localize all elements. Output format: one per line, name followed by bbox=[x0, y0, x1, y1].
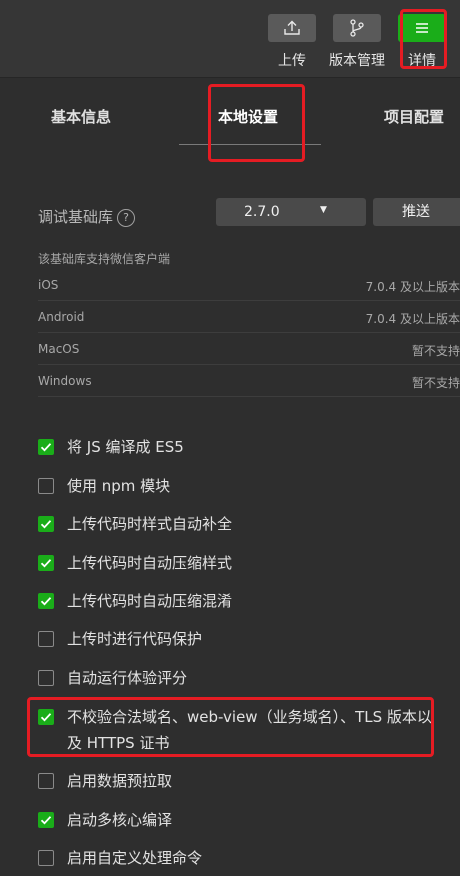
os-version: 暂不支持 bbox=[411, 376, 460, 390]
os-version: 暂不支持 bbox=[411, 344, 460, 358]
checkmark-icon bbox=[40, 597, 52, 606]
debug-lib-label: 调试基础库? bbox=[38, 206, 136, 227]
checkbox-unchecked[interactable] bbox=[38, 670, 54, 686]
option-data-prefetch[interactable]: 启用数据预拉取 bbox=[38, 771, 460, 794]
option-label: 自动运行体验评分 bbox=[67, 669, 188, 687]
option-label: 将 JS 编译成 ES5 bbox=[67, 438, 184, 456]
checkbox-checked[interactable] bbox=[38, 593, 54, 609]
checkbox-unchecked[interactable] bbox=[38, 478, 54, 494]
option-label: 不校验合法域名、web-view（业务域名）、TLS 版本以及 HTTPS 证书 bbox=[67, 708, 432, 752]
checkmark-icon bbox=[40, 443, 52, 452]
checkbox-checked[interactable] bbox=[38, 439, 54, 455]
debug-lib-select[interactable]: 2.7.0 ▼ bbox=[216, 198, 366, 226]
tab-basic-info[interactable]: 基本信息 bbox=[51, 106, 111, 127]
checkbox-unchecked[interactable] bbox=[38, 850, 54, 866]
option-label: 上传时进行代码保护 bbox=[67, 630, 203, 648]
support-row-android: Android 7.0.4 及以上版本 bbox=[38, 300, 460, 333]
os-version: 7.0.4 及以上版本 bbox=[365, 312, 460, 326]
tab-local-settings[interactable]: 本地设置 bbox=[218, 106, 278, 127]
checkmark-icon bbox=[40, 559, 52, 568]
checkbox-unchecked[interactable] bbox=[38, 631, 54, 647]
checkbox-checked[interactable] bbox=[38, 516, 54, 532]
support-row-macos: MacOS 暂不支持 bbox=[38, 332, 460, 365]
checkbox-checked[interactable] bbox=[38, 812, 54, 828]
tab-project-config[interactable]: 项目配置 bbox=[384, 106, 444, 127]
option-skip-domain-check[interactable]: 不校验合法域名、web-view（业务域名）、TLS 版本以及 HTTPS 证书 bbox=[38, 707, 438, 756]
os-name: MacOS bbox=[38, 342, 80, 356]
version-management-button[interactable]: 版本管理 bbox=[327, 14, 387, 70]
branch-icon bbox=[333, 14, 381, 42]
option-code-protect[interactable]: 上传时进行代码保护 bbox=[38, 629, 460, 652]
push-button[interactable]: 推送 bbox=[373, 198, 460, 226]
checkmark-icon bbox=[40, 713, 52, 722]
option-custom-commands[interactable]: 启用自定义处理命令 bbox=[38, 848, 460, 871]
option-label: 启用自定义处理命令 bbox=[67, 849, 203, 867]
os-name: Android bbox=[38, 310, 85, 324]
option-label: 启动多核心编译 bbox=[67, 811, 173, 829]
option-style-autoprefix[interactable]: 上传代码时样式自动补全 bbox=[38, 514, 460, 537]
help-icon[interactable]: ? bbox=[117, 208, 136, 227]
os-name: Windows bbox=[38, 374, 92, 388]
option-multicore-compile[interactable]: 启动多核心编译 bbox=[38, 810, 460, 833]
debug-lib-value: 2.7.0 bbox=[244, 204, 280, 220]
active-tab-indicator bbox=[179, 144, 321, 145]
debug-lib-text: 调试基础库 bbox=[38, 208, 114, 226]
support-note: 该基础库支持微信客户端 bbox=[38, 252, 171, 266]
caret-down-icon: ▼ bbox=[320, 205, 327, 215]
option-label: 上传代码时自动压缩混淆 bbox=[67, 592, 233, 610]
option-label: 上传代码时自动压缩样式 bbox=[67, 554, 233, 572]
checkbox-unchecked[interactable] bbox=[38, 773, 54, 789]
checkmark-icon bbox=[40, 520, 52, 529]
upload-button[interactable]: 上传 bbox=[268, 14, 316, 70]
upload-label: 上传 bbox=[278, 53, 306, 69]
option-auto-audit[interactable]: 自动运行体验评分 bbox=[38, 668, 460, 691]
details-button[interactable]: 详情 bbox=[398, 14, 446, 70]
option-minify-obfuscate[interactable]: 上传代码时自动压缩混淆 bbox=[38, 591, 460, 614]
option-npm-module[interactable]: 使用 npm 模块 bbox=[38, 476, 460, 499]
details-label: 详情 bbox=[408, 53, 436, 69]
settings-tabs: 基本信息 本地设置 项目配置 bbox=[0, 78, 460, 158]
option-label: 启用数据预拉取 bbox=[67, 772, 173, 790]
support-row-windows: Windows 暂不支持 bbox=[38, 364, 460, 397]
option-label: 使用 npm 模块 bbox=[67, 477, 171, 495]
version-label: 版本管理 bbox=[329, 53, 385, 69]
menu-icon bbox=[398, 14, 446, 42]
toolbar: 上传 版本管理 详情 bbox=[0, 0, 460, 78]
os-version: 7.0.4 及以上版本 bbox=[365, 280, 460, 294]
os-name: iOS bbox=[38, 278, 59, 292]
option-minify-style[interactable]: 上传代码时自动压缩样式 bbox=[38, 553, 460, 576]
option-compile-es5[interactable]: 将 JS 编译成 ES5 bbox=[38, 437, 460, 460]
upload-icon bbox=[268, 14, 316, 42]
checkbox-checked[interactable] bbox=[38, 709, 54, 725]
support-row-ios: iOS 7.0.4 及以上版本 bbox=[38, 268, 460, 301]
checkbox-checked[interactable] bbox=[38, 555, 54, 571]
checkmark-icon bbox=[40, 816, 52, 825]
option-label: 上传代码时样式自动补全 bbox=[67, 515, 233, 533]
